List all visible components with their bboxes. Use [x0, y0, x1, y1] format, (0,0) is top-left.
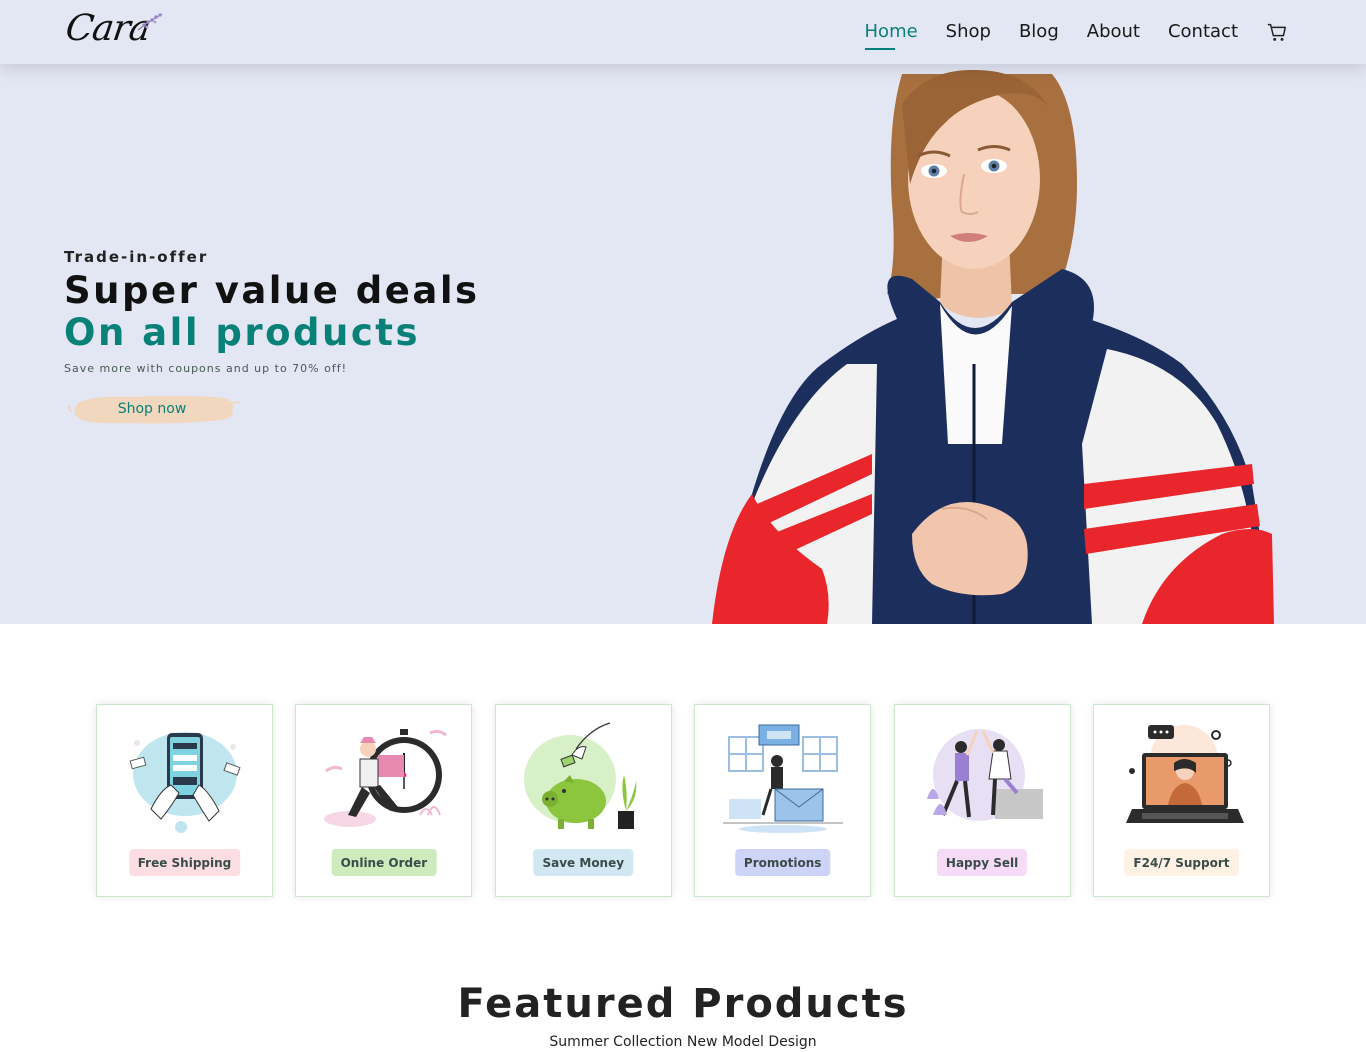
nav-blog[interactable]: Blog — [1019, 21, 1059, 44]
featured-products-title: Featured Products — [457, 981, 909, 1027]
feature-card[interactable]: F24/7 Support — [1092, 704, 1270, 897]
shop-now-button[interactable]: Shop now — [64, 389, 240, 429]
features-row: Free Shipping Online Order Save Money Pr… — [96, 704, 1270, 897]
phone-payment-illustration-icon — [129, 732, 241, 833]
featured-products-subtitle: Summer Collection New Model Design — [549, 1034, 817, 1050]
feature-card[interactable]: Happy Sell — [893, 704, 1071, 897]
feature-label: Happy Sell — [936, 849, 1028, 876]
feature-label: Online Order — [331, 849, 437, 876]
top-navbar: Cara Home Shop Blog About Contact — [0, 0, 1366, 64]
shop-now-label: Shop now — [117, 401, 187, 417]
nav-links: Home Shop Blog About Contact — [837, 0, 1288, 64]
hero-text: Trade-in-offer Super value deals On all … — [64, 248, 480, 429]
lavender-sprig-icon — [137, 13, 163, 31]
nav-about[interactable]: About — [1087, 21, 1140, 44]
feature-card[interactable]: Save Money — [494, 704, 672, 897]
promotions-illustration-icon — [723, 724, 844, 833]
hero-section: Trade-in-offer Super value deals On all … — [0, 0, 1366, 624]
nav-contact[interactable]: Contact — [1168, 21, 1238, 44]
nav-home[interactable]: Home — [864, 21, 918, 50]
feature-card[interactable]: Free Shipping — [96, 704, 273, 897]
feature-card[interactable]: Promotions — [694, 704, 872, 897]
piggy-bank-illustration-icon — [523, 722, 637, 829]
feature-card[interactable]: Online Order — [295, 704, 473, 897]
hero-title: Super value deals — [64, 269, 480, 312]
feature-label: Free Shipping — [128, 849, 241, 876]
high-five-illustration-icon — [926, 729, 1043, 821]
feature-label: F24/7 Support — [1124, 849, 1239, 876]
hero-title-accent: On all products — [64, 311, 421, 354]
hero-kicker: Trade-in-offer — [64, 248, 209, 266]
hero-subtitle: Save more with coupons and up to 70% off… — [64, 362, 347, 375]
feature-label: Promotions — [734, 849, 831, 876]
laptop-support-illustration-icon — [1125, 725, 1244, 823]
nav-shop[interactable]: Shop — [946, 21, 991, 44]
cart-icon[interactable] — [1266, 21, 1288, 43]
feature-label: Save Money — [533, 849, 634, 876]
featured-products-section: Featured Products Summer Collection New … — [0, 980, 1366, 1050]
delivery-clock-illustration-icon — [324, 729, 448, 827]
model-photo — [712, 69, 1274, 624]
brand-logo[interactable]: Cara — [63, 8, 166, 52]
